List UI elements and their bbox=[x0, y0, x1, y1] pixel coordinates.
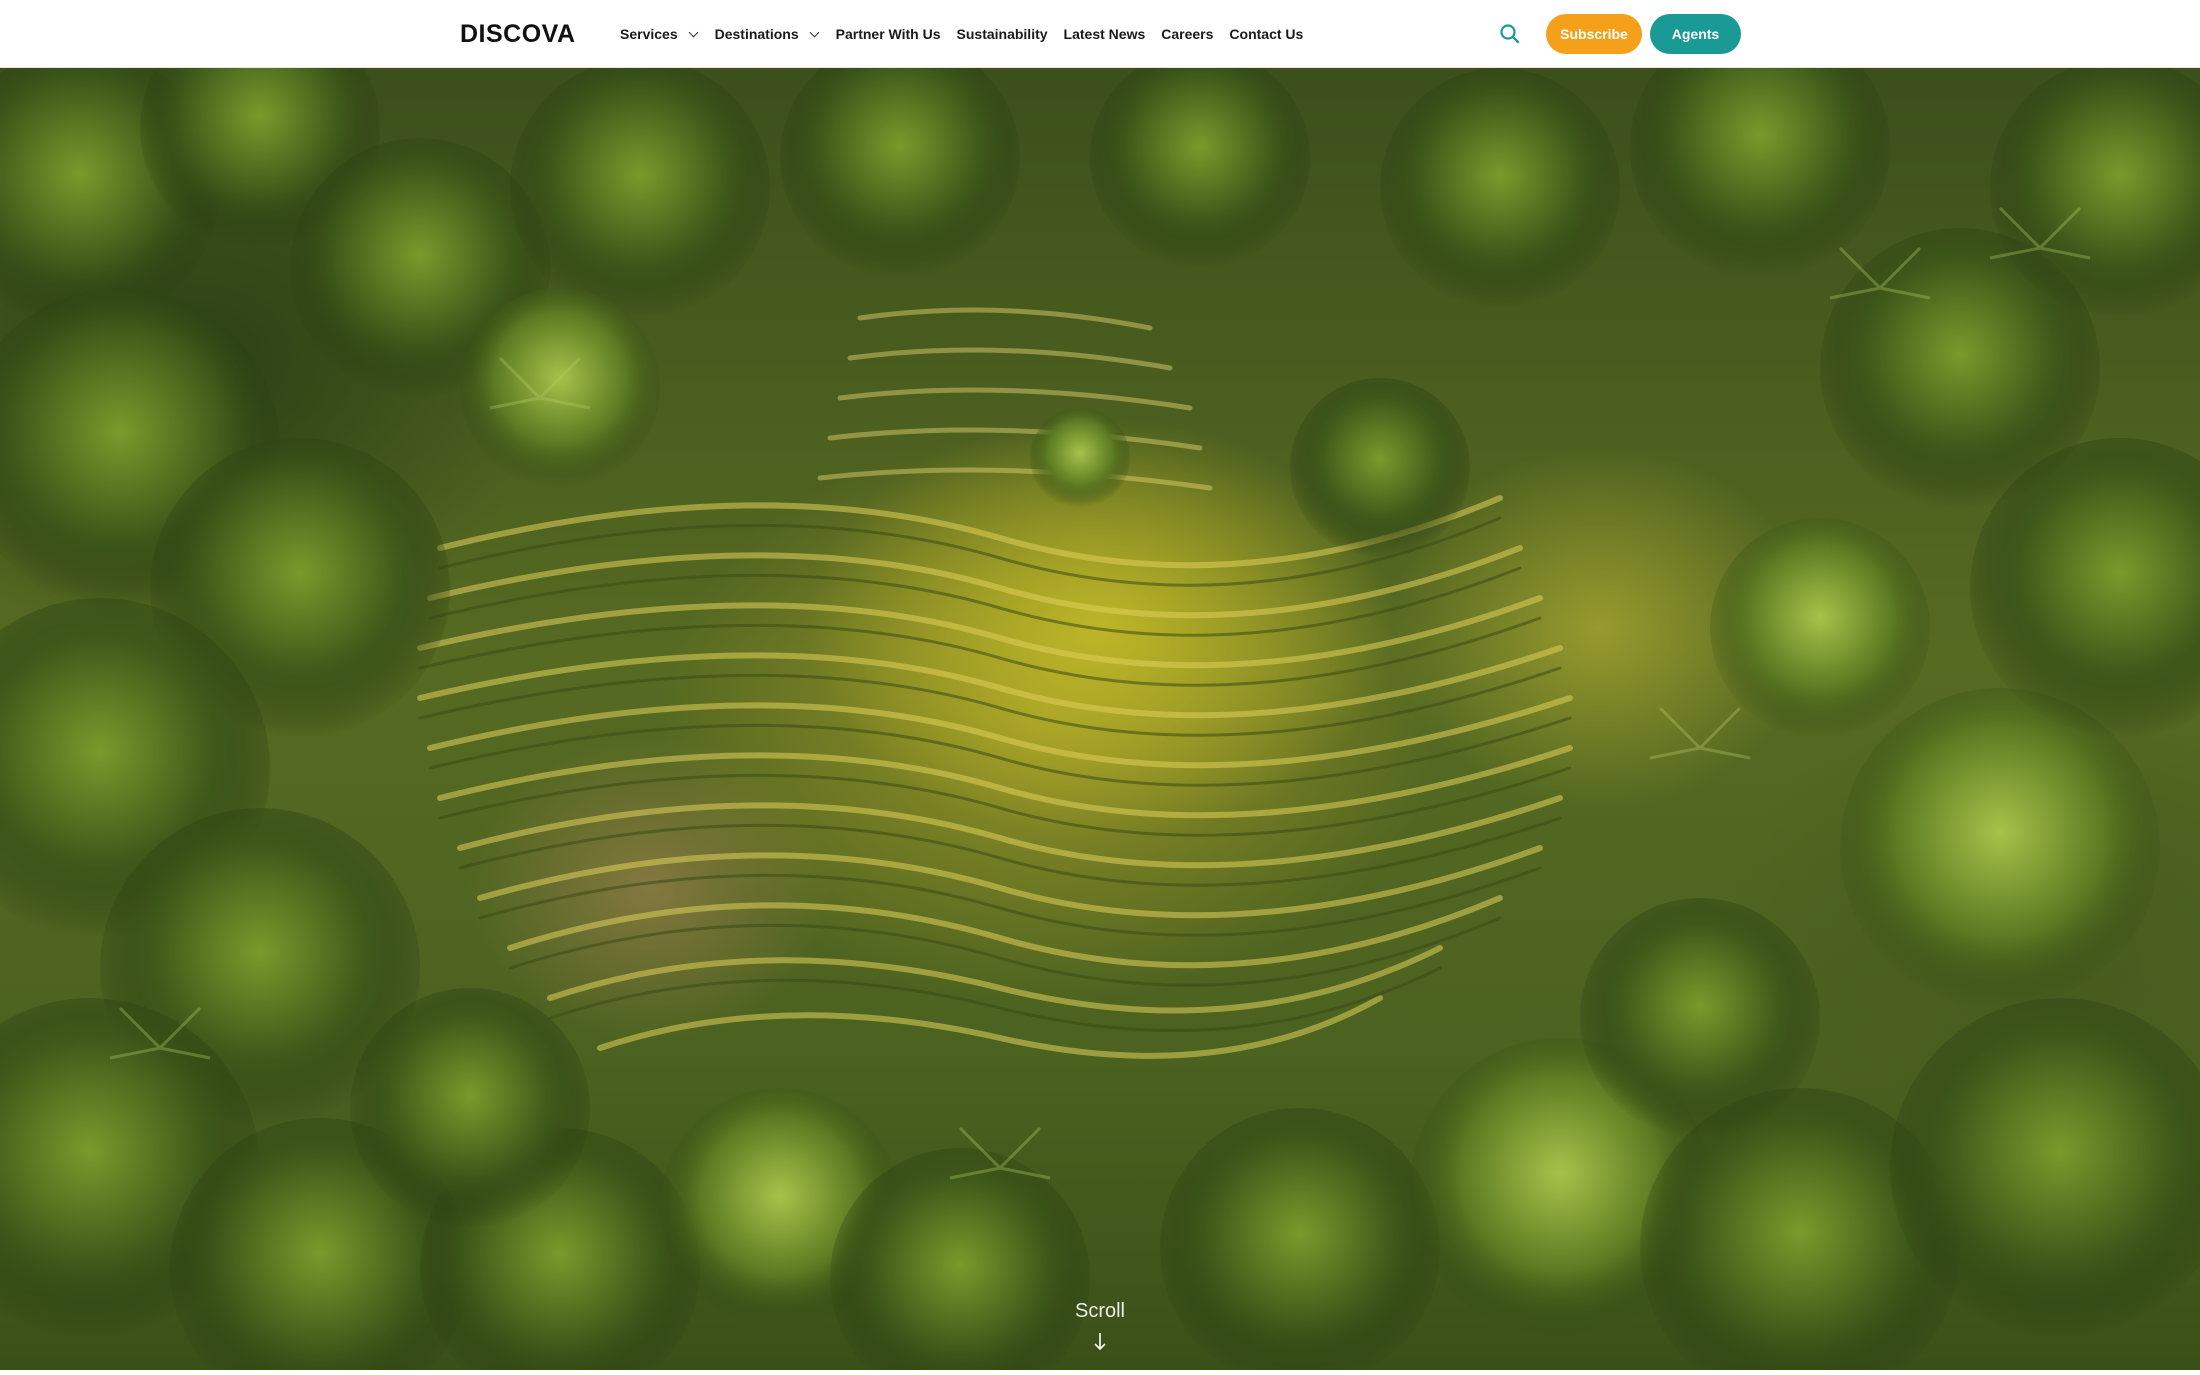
nav-item-destinations[interactable]: Destinations bbox=[714, 26, 820, 42]
page-bottom-edge bbox=[0, 1370, 2200, 1375]
chevron-down-icon bbox=[809, 27, 820, 37]
nav-item-label: Latest News bbox=[1063, 26, 1146, 42]
nav-item-label: Partner With Us bbox=[835, 26, 941, 42]
nav-item-contact-us[interactable]: Contact Us bbox=[1229, 26, 1303, 42]
nav-item-sustainability[interactable]: Sustainability bbox=[957, 26, 1048, 42]
agents-button[interactable]: Agents bbox=[1650, 14, 1741, 54]
tree-canopy bbox=[0, 68, 2200, 1370]
logo-text: DISCOVA bbox=[460, 19, 576, 48]
chevron-down-icon bbox=[688, 27, 699, 37]
search-icon bbox=[1500, 24, 1520, 44]
subscribe-button[interactable]: Subscribe bbox=[1546, 14, 1642, 54]
site-header: DISCOVA Services Destinations Partner Wi… bbox=[0, 0, 2200, 68]
nav-item-latest-news[interactable]: Latest News bbox=[1064, 26, 1146, 42]
arrow-down-icon[interactable] bbox=[1092, 1332, 1108, 1352]
nav-item-careers[interactable]: Careers bbox=[1161, 26, 1213, 42]
main-nav: Services Destinations Partner With Us Su… bbox=[620, 0, 1319, 68]
nav-item-label: Contact Us bbox=[1229, 26, 1304, 42]
hero-image bbox=[0, 68, 2200, 1370]
discova-logo[interactable]: DISCOVA bbox=[460, 18, 576, 50]
nav-item-label: Careers bbox=[1161, 26, 1214, 42]
nav-item-label: Sustainability bbox=[956, 26, 1048, 42]
scroll-label[interactable]: Scroll bbox=[1070, 1300, 1130, 1323]
nav-item-label: Services bbox=[620, 26, 678, 42]
hero-terrace-illustration bbox=[0, 68, 2200, 1370]
nav-item-label: Destinations bbox=[714, 26, 799, 42]
search-button[interactable] bbox=[1496, 20, 1524, 48]
nav-item-partner-with-us[interactable]: Partner With Us bbox=[836, 26, 941, 42]
nav-item-services[interactable]: Services bbox=[620, 26, 699, 42]
